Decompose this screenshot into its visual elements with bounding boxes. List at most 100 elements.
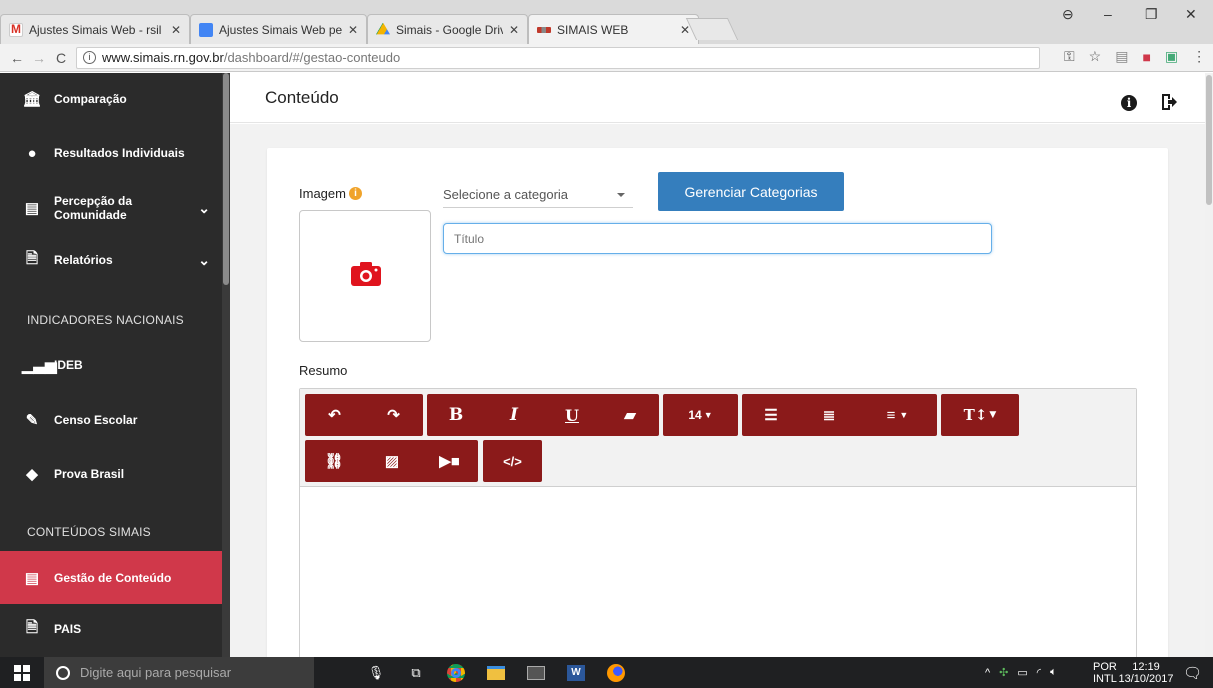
title-input[interactable] bbox=[443, 223, 992, 254]
restore-icon[interactable]: ❐ bbox=[1145, 6, 1158, 23]
align-button[interactable]: ≡ ▼ bbox=[858, 394, 937, 436]
info-icon[interactable]: i bbox=[348, 187, 362, 200]
sidebar-item-resultados[interactable]: ● Resultados Individuais bbox=[0, 125, 222, 181]
sidebar-item-label: Resultados Individuais bbox=[54, 146, 185, 160]
toolbar-group-style: T↕ ▼ bbox=[941, 394, 1019, 436]
logout-icon[interactable] bbox=[1161, 93, 1177, 111]
close-window-icon[interactable]: ✕ bbox=[1185, 6, 1197, 23]
browser-tab-docs[interactable]: Ajustes Simais Web pend ✕ bbox=[190, 14, 367, 44]
redo-button[interactable]: ↷ bbox=[364, 394, 423, 436]
newspaper-icon: ▤ bbox=[24, 569, 40, 587]
underline-button[interactable]: U bbox=[543, 394, 601, 436]
image-upload-box[interactable] bbox=[299, 210, 431, 342]
sidebar-item-ideb[interactable]: ▁▃▅ IDEB bbox=[0, 343, 222, 387]
battery-icon[interactable]: ▭ bbox=[1017, 666, 1027, 679]
numbered-list-button[interactable]: ≣ bbox=[800, 394, 858, 436]
tab-title: Ajustes Simais Web - rsil bbox=[29, 22, 162, 37]
tab-title: Ajustes Simais Web pend bbox=[219, 22, 342, 37]
reload-icon[interactable]: C bbox=[50, 50, 72, 66]
back-icon[interactable]: ← bbox=[6, 50, 28, 66]
bold-button[interactable]: B bbox=[427, 394, 485, 436]
microphone-icon[interactable]: 🎙︎ bbox=[356, 657, 396, 688]
clock[interactable]: 12:19 13/10/2017 bbox=[1118, 657, 1173, 688]
text-style-button[interactable]: T↕ ▼ bbox=[941, 394, 1019, 436]
manage-categories-button[interactable]: Gerenciar Categorias bbox=[658, 172, 844, 211]
sidebar-scrollbar[interactable] bbox=[222, 73, 230, 657]
terminal-icon[interactable] bbox=[516, 657, 556, 688]
camera-icon bbox=[351, 262, 381, 286]
browser-tab-gmail[interactable]: Ajustes Simais Web - rsil ✕ bbox=[0, 14, 190, 44]
extension-image-icon[interactable]: ▣ bbox=[1165, 48, 1178, 65]
clear-format-button[interactable]: ▰ bbox=[601, 394, 659, 436]
drive-icon bbox=[376, 22, 390, 35]
sidebar-item-censo-escolar[interactable]: ✎ Censo Escolar bbox=[0, 395, 222, 445]
page-scrollbar[interactable] bbox=[1205, 73, 1213, 657]
star-icon[interactable]: ☆ bbox=[1089, 48, 1102, 65]
taskbar-search[interactable]: Digite aqui para pesquisar bbox=[44, 657, 314, 688]
image-label-text: Imagem bbox=[299, 186, 346, 201]
task-view-icon[interactable]: ⧉ bbox=[396, 657, 436, 688]
word-icon[interactable]: W bbox=[556, 657, 596, 688]
new-tab-button[interactable] bbox=[685, 18, 739, 40]
start-button[interactable] bbox=[0, 657, 44, 688]
forward-icon[interactable]: → bbox=[28, 50, 50, 66]
key-icon[interactable]: ⚿ bbox=[1064, 48, 1075, 65]
menu-icon[interactable]: ⋮ bbox=[1192, 48, 1206, 65]
close-tab-icon[interactable]: ✕ bbox=[171, 23, 181, 37]
browser-tab-drive[interactable]: Simais - Google Drive ✕ bbox=[367, 14, 528, 44]
numbered-list-icon: ≣ bbox=[822, 407, 836, 424]
editor-content-area[interactable] bbox=[300, 487, 1136, 657]
sidebar-item-pais[interactable]: 🗎︎ PAIS bbox=[0, 604, 222, 654]
italic-button[interactable]: I bbox=[485, 394, 543, 436]
sidebar-item-comparacao[interactable]: 🏛︎ Comparação bbox=[0, 73, 222, 125]
file-explorer-icon[interactable] bbox=[476, 657, 516, 688]
caret-down-icon: ▼ bbox=[899, 410, 909, 420]
url-field[interactable]: i www.simais.rn.gov.br/dashboard/#/gesta… bbox=[76, 46, 1040, 69]
sidebar-item-gestao-conteudo[interactable]: ▤ Gestão de Conteúdo bbox=[0, 551, 222, 604]
font-size-button[interactable]: 14 ▼ bbox=[663, 394, 738, 436]
chevron-down-icon[interactable]: ⌄ bbox=[198, 252, 210, 269]
firefox-icon[interactable] bbox=[596, 657, 636, 688]
notifications-icon[interactable]: 🗨︎ bbox=[1183, 657, 1202, 688]
text-height-icon: T↕ bbox=[963, 406, 988, 424]
volume-icon[interactable]: 🔈︎ bbox=[1050, 666, 1057, 679]
sidebar-item-prova-brasil[interactable]: ◆ Prova Brasil bbox=[0, 449, 222, 499]
insert-link-button[interactable]: ⛓ bbox=[305, 440, 363, 482]
insert-video-button[interactable]: ▶■ bbox=[421, 440, 478, 482]
minimize-icon[interactable]: – bbox=[1104, 6, 1112, 22]
close-tab-icon[interactable]: ✕ bbox=[348, 23, 358, 37]
browser-tab-simais[interactable]: SIMAIS WEB ✕ bbox=[528, 14, 699, 45]
close-tab-icon[interactable]: ✕ bbox=[509, 23, 519, 37]
sidebar-item-relatorios[interactable]: 🗎︎ Relatórios ⌄ bbox=[0, 235, 222, 285]
category-select[interactable]: Selecione a categoria bbox=[443, 182, 633, 208]
section-indicadores-nacionais: INDICADORES NACIONAIS bbox=[27, 313, 184, 327]
image-icon: ▨ bbox=[384, 453, 400, 470]
signal-icon: ▁▃▅ bbox=[22, 357, 57, 374]
sidebar-item-percepcao[interactable]: ▤ Percepção da Comunidade ⌄ bbox=[0, 181, 222, 235]
code-view-button[interactable]: </> bbox=[483, 440, 542, 482]
insert-image-button[interactable]: ▨ bbox=[363, 440, 421, 482]
sidebar-item-label: Gestão de Conteúdo bbox=[54, 570, 172, 585]
page-scroll-thumb[interactable] bbox=[1206, 75, 1212, 205]
wifi-icon[interactable]: ◜ bbox=[1037, 666, 1041, 679]
chevron-down-icon[interactable]: ⌄ bbox=[198, 200, 210, 217]
chevron-up-icon[interactable]: ^ bbox=[985, 667, 990, 679]
sidebar-item-label: Comparação bbox=[54, 92, 127, 106]
bullet-list-button[interactable]: ☰ bbox=[742, 394, 800, 436]
video-icon: ▶■ bbox=[439, 453, 460, 470]
profile-icon[interactable]: ⊖ bbox=[1062, 6, 1074, 23]
extension-icon[interactable]: ▤ bbox=[1115, 48, 1128, 65]
undo-button[interactable]: ↶ bbox=[305, 394, 364, 436]
extension-red-icon[interactable]: ■ bbox=[1142, 49, 1150, 65]
page-header: Conteúdo i bbox=[230, 73, 1205, 123]
info-icon[interactable]: i bbox=[1121, 95, 1137, 111]
chrome-icon[interactable] bbox=[436, 657, 476, 688]
summary-label: Resumo bbox=[299, 363, 348, 378]
sidebar-scroll-thumb[interactable] bbox=[223, 73, 229, 285]
site-info-icon[interactable]: i bbox=[83, 51, 96, 64]
language-indicator[interactable]: POR INTL bbox=[1093, 657, 1117, 688]
bullet-list-icon: ☰ bbox=[764, 407, 778, 424]
dropbox-icon[interactable]: ✣ bbox=[999, 666, 1008, 679]
newspaper-icon: ▤ bbox=[24, 200, 40, 217]
section-conteudos-simais: CONTEÚDOS SIMAIS bbox=[27, 525, 151, 539]
